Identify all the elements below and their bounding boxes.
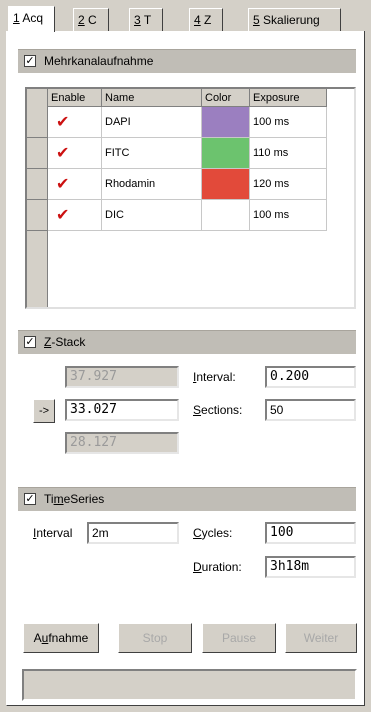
- channel-exposure[interactable]: 110 ms: [250, 138, 327, 169]
- z-bottom-field: 28.127: [65, 432, 179, 454]
- tab-z[interactable]: 4 Z: [189, 8, 223, 32]
- tab-label: Z: [204, 13, 212, 27]
- multichannel-checkbox[interactable]: ✓: [24, 55, 36, 67]
- col-header-color[interactable]: Color: [202, 89, 250, 107]
- z-interval-field[interactable]: 0.200: [265, 366, 356, 388]
- tab-key: 5: [253, 13, 260, 27]
- row-header[interactable]: [27, 138, 47, 169]
- multichannel-header: ✓ Mehrkanalaufnahme: [18, 49, 356, 73]
- zstack-checkbox[interactable]: ✓: [24, 336, 36, 348]
- tab-key: 4: [194, 13, 201, 27]
- weiter-button[interactable]: Weiter: [285, 623, 357, 653]
- channel-color[interactable]: [202, 200, 250, 231]
- z-top-field: 37.927: [65, 366, 179, 388]
- tab-key: 2: [78, 13, 85, 27]
- ts-interval-field[interactable]: 2m: [87, 522, 179, 544]
- status-bar: [22, 669, 357, 701]
- tab-acq[interactable]: 1 Acq: [8, 6, 55, 32]
- zstack-header: ✓ Z-Stack: [18, 330, 356, 354]
- row-header[interactable]: [27, 107, 47, 138]
- ts-interval-label: Interval: [33, 526, 73, 540]
- channel-name[interactable]: FITC: [102, 138, 202, 169]
- col-header-exposure[interactable]: Exposure: [250, 89, 327, 107]
- color-swatch: [202, 107, 249, 137]
- z-center-field[interactable]: 33.027: [65, 399, 179, 421]
- channel-exposure[interactable]: 120 ms: [250, 169, 327, 200]
- ts-cycles-label: Cycles:: [193, 526, 233, 540]
- tab-label: Skalierung: [263, 13, 320, 27]
- tab-key: 1: [13, 11, 20, 25]
- z-interval-label: Interval:: [193, 370, 236, 384]
- stop-button[interactable]: Stop: [118, 623, 192, 653]
- row-header[interactable]: [27, 200, 47, 231]
- channel-color[interactable]: [202, 169, 250, 200]
- timeseries-header: ✓ TimeSeries: [18, 487, 356, 511]
- color-swatch: [202, 138, 249, 168]
- enable-checkmark[interactable]: ✔: [48, 107, 102, 138]
- zstack-label: Z-Stack: [44, 335, 86, 349]
- channel-color[interactable]: [202, 107, 250, 138]
- channel-name[interactable]: DIC: [102, 200, 202, 231]
- tab-c[interactable]: 2 C: [73, 8, 109, 32]
- multichannel-label: Mehrkanalaufnahme: [44, 54, 154, 68]
- pause-button[interactable]: Pause: [202, 623, 276, 653]
- channel-name[interactable]: Rhodamin: [102, 169, 202, 200]
- z-go-button[interactable]: ->: [33, 399, 55, 423]
- channel-name[interactable]: DAPI: [102, 107, 202, 138]
- tab-skalierung[interactable]: 5 Skalierung: [248, 8, 341, 32]
- col-header-name[interactable]: Name: [102, 89, 202, 107]
- channel-color[interactable]: [202, 138, 250, 169]
- channel-table: Enable Name Color Exposure ✔ DAPI 100 ms…: [25, 87, 356, 309]
- tab-label: C: [88, 13, 97, 27]
- channel-exposure[interactable]: 100 ms: [250, 107, 327, 138]
- tab-key: 3: [134, 13, 141, 27]
- ts-duration-label: Duration:: [193, 560, 242, 574]
- color-swatch: [202, 169, 249, 199]
- tab-t[interactable]: 3 T: [129, 8, 163, 32]
- timeseries-label: TimeSeries: [44, 492, 105, 506]
- tab-label: T: [143, 13, 152, 27]
- enable-checkmark[interactable]: ✔: [48, 169, 102, 200]
- row-header[interactable]: [27, 169, 47, 200]
- color-swatch: [202, 200, 249, 230]
- ts-cycles-field[interactable]: 100: [265, 522, 356, 544]
- aufnahme-button[interactable]: Aufnahme: [23, 623, 99, 653]
- ts-duration-field[interactable]: 3h18m: [265, 556, 356, 578]
- channel-exposure[interactable]: 100 ms: [250, 200, 327, 231]
- tab-label: Acq: [22, 11, 44, 25]
- timeseries-checkbox[interactable]: ✓: [24, 493, 36, 505]
- col-header-enable[interactable]: Enable: [48, 89, 102, 107]
- z-sections-field[interactable]: 50: [265, 399, 356, 421]
- enable-checkmark[interactable]: ✔: [48, 200, 102, 231]
- enable-checkmark[interactable]: ✔: [48, 138, 102, 169]
- z-sections-label: Sections:: [193, 403, 243, 417]
